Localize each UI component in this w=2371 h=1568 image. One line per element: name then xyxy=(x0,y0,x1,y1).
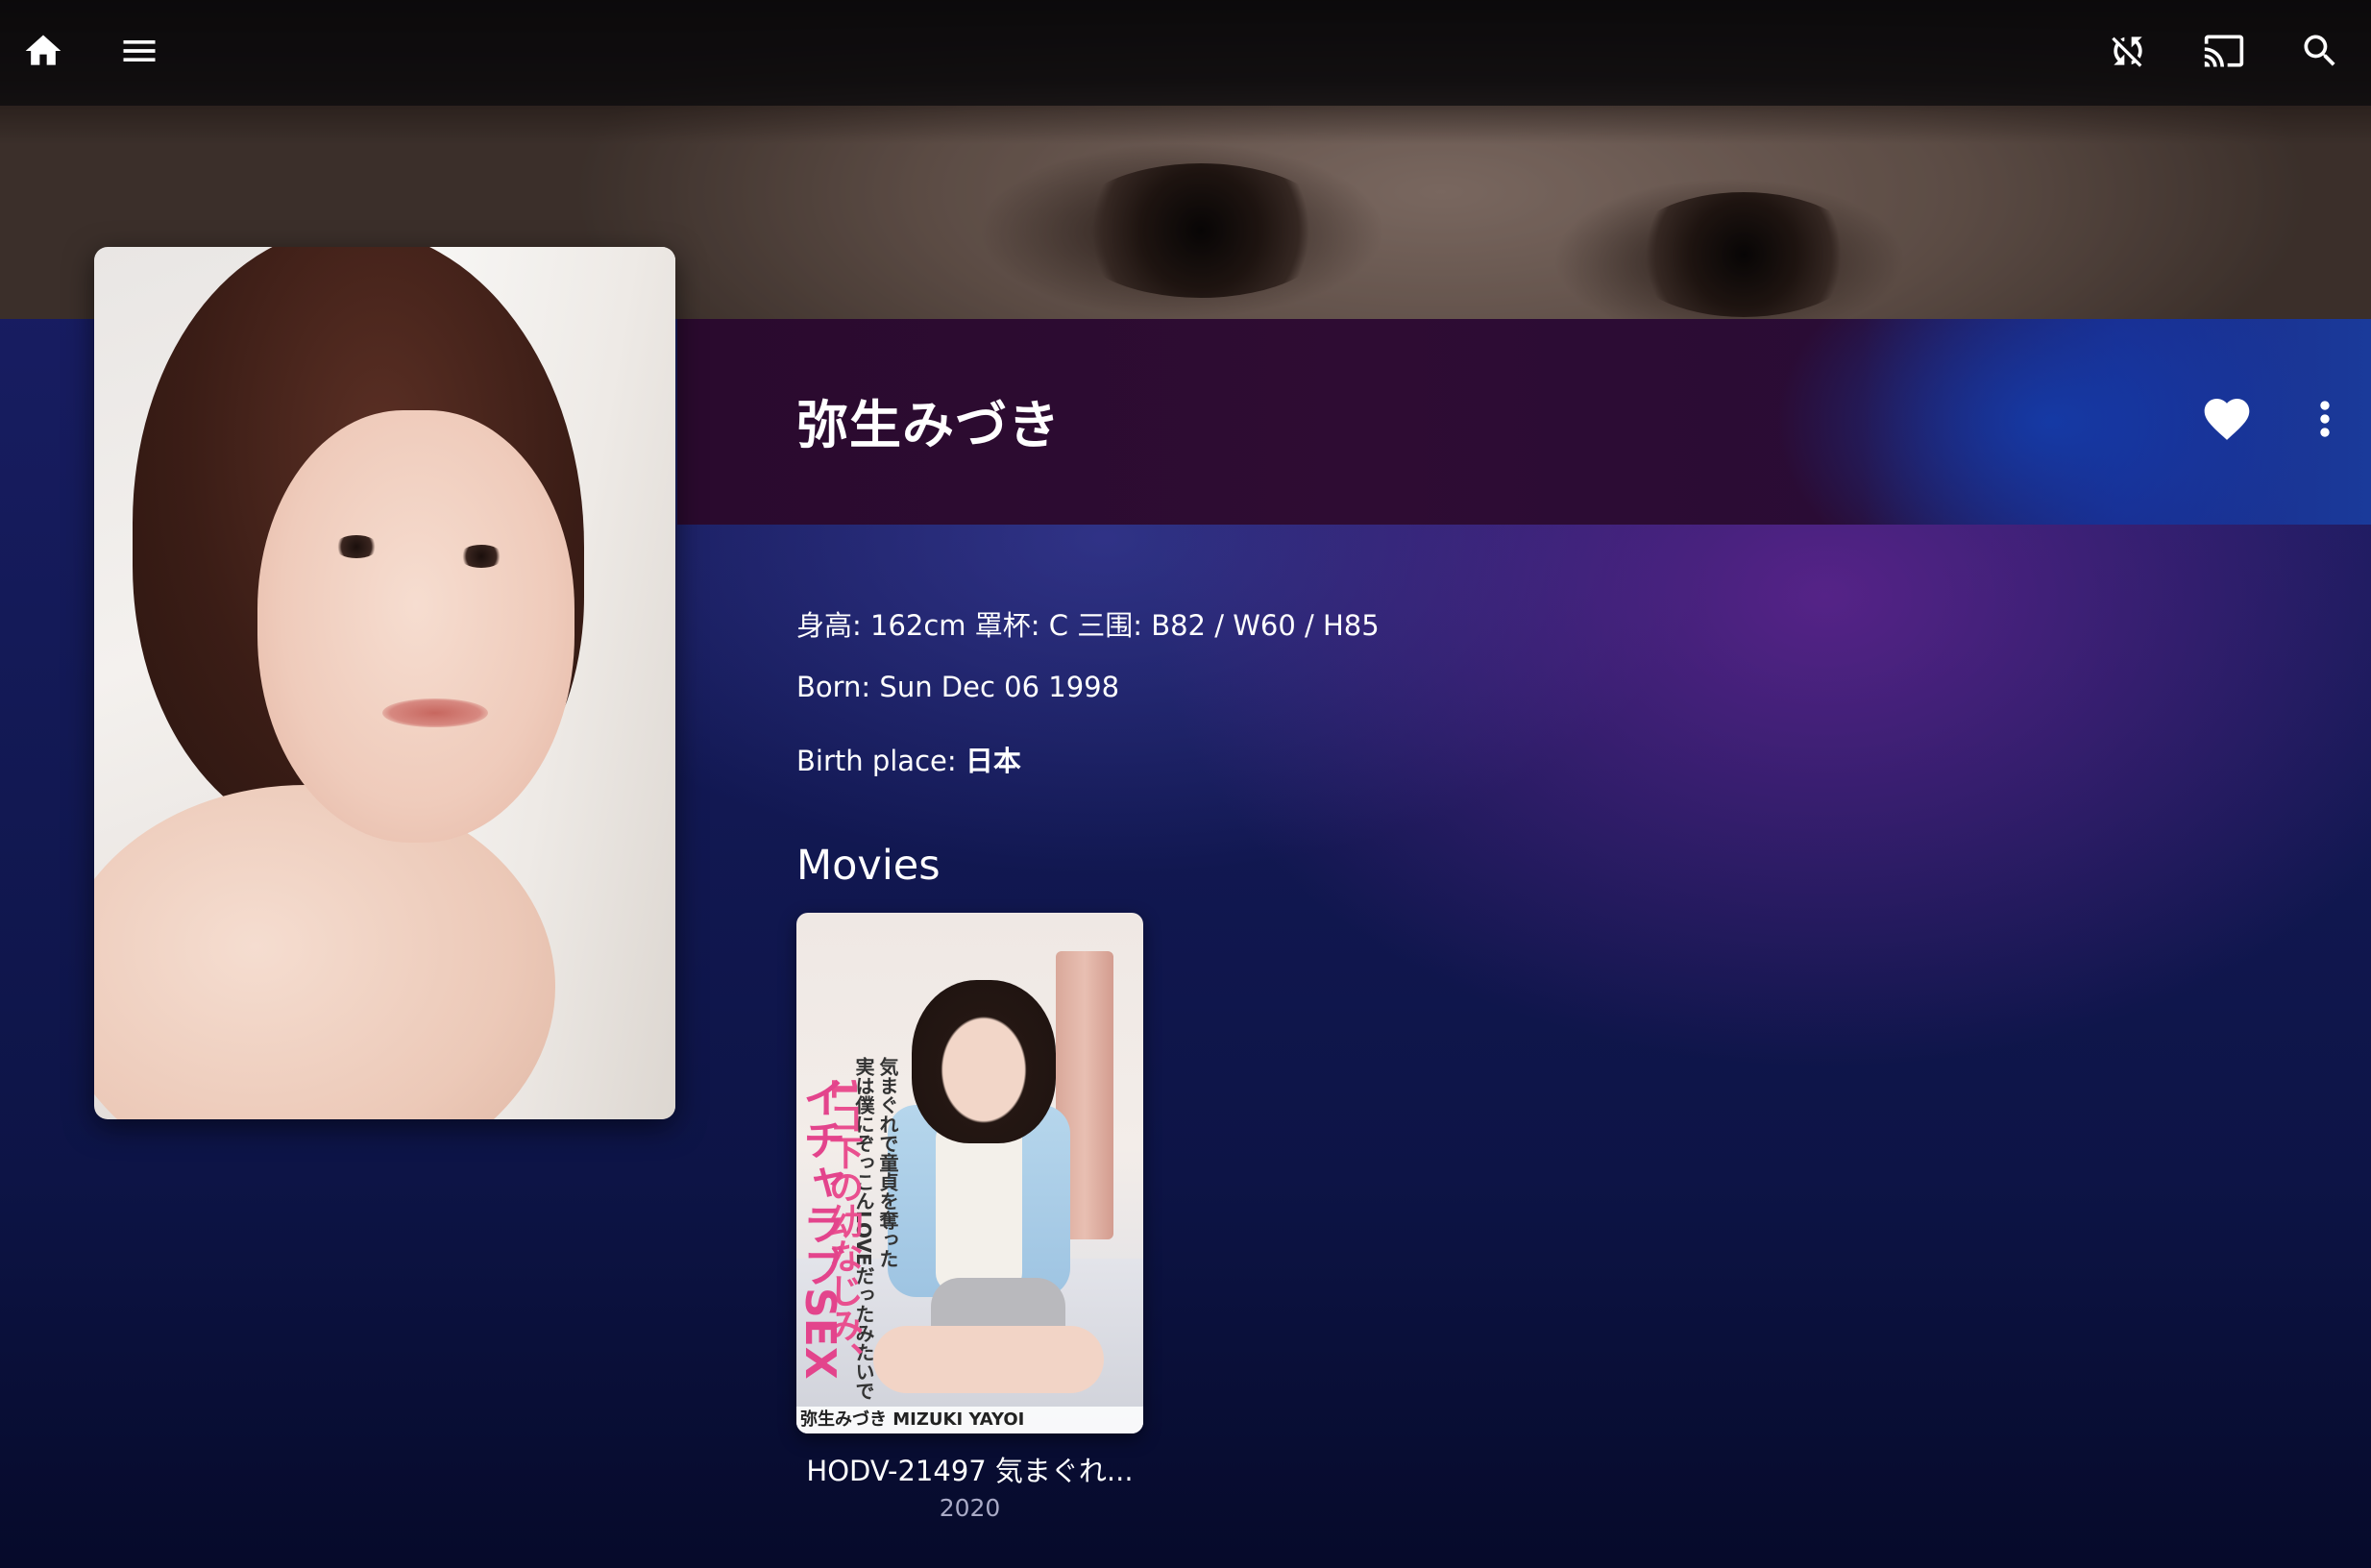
search-icon xyxy=(2299,30,2341,76)
sync-disabled-button[interactable] xyxy=(2094,19,2162,86)
poster-text: 気まぐれで童貞を奪った xyxy=(876,1057,899,1268)
more-options-button[interactable] xyxy=(2298,392,2352,446)
measurements-text: 身高: 162cm 罩杯: C 三围: B82 / W60 / H85 xyxy=(796,609,1380,642)
movie-poster[interactable]: 気まぐれで童貞を奪った 実は僕にぞっこんLOVEだったみたいで 1コ下の幼なじみ… xyxy=(796,913,1143,1433)
birthplace-label: Birth place: xyxy=(796,745,966,777)
favorite-button[interactable] xyxy=(2200,392,2254,446)
movie-year: 2020 xyxy=(939,1494,1001,1522)
sync-disabled-icon xyxy=(2107,30,2149,76)
born-value: Sun Dec 06 1998 xyxy=(879,671,1120,703)
top-app-bar xyxy=(0,0,2371,106)
poster-actress-text: 弥生みづき MIZUKI YAYOI xyxy=(796,1407,1143,1433)
home-icon xyxy=(22,30,64,76)
birthplace-row: Birth place: 日本 xyxy=(796,739,1021,779)
person-detail-page: 弥生みづき 身高: 162cm 罩杯: C 三围: B82 / W60 / H8… xyxy=(0,0,2371,1568)
poster-text: イチャラブSEX xyxy=(796,1076,844,1380)
born-row: Born: Sun Dec 06 1998 xyxy=(796,671,1119,703)
menu-icon xyxy=(118,30,160,76)
movies-section-title: Movies xyxy=(796,842,941,890)
birthplace-value: 日本 xyxy=(965,745,1021,777)
movie-title[interactable]: HODV-21497 気まぐれ... xyxy=(796,1449,1143,1489)
person-portrait xyxy=(94,247,675,1119)
cast-icon xyxy=(2203,30,2245,76)
person-name: 弥生みづき xyxy=(796,395,1061,455)
heart-icon xyxy=(2200,399,2254,450)
menu-button[interactable] xyxy=(106,19,173,86)
born-label: Born: xyxy=(796,671,880,703)
cast-button[interactable] xyxy=(2190,19,2258,86)
more-vert-icon xyxy=(2298,401,2352,450)
home-button[interactable] xyxy=(10,19,77,86)
search-button[interactable] xyxy=(2286,19,2354,86)
